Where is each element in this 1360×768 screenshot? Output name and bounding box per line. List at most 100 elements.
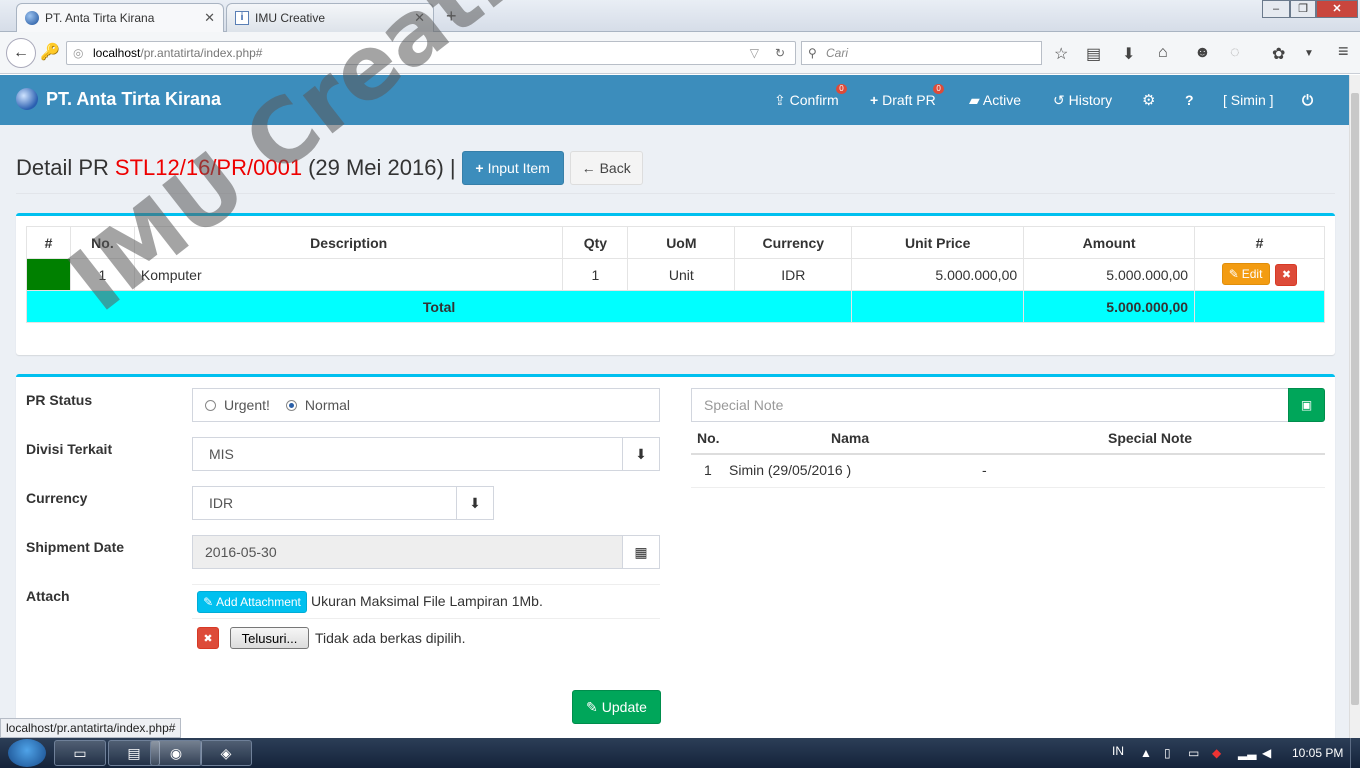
save-icon: ▣ xyxy=(1300,398,1313,412)
windows-start-icon[interactable] xyxy=(8,739,46,767)
page-title-prefix: Detail PR xyxy=(16,155,109,180)
form-box: PR Status Urgent! Normal Divisi Terkait … xyxy=(16,374,1335,744)
url-path: /pr.antatirta/index.php# xyxy=(140,46,263,60)
home-icon[interactable]: ⌂ xyxy=(1158,44,1168,62)
special-note-placeholder: Special Note xyxy=(704,397,784,413)
arrow-down-icon[interactable]: ⬇ xyxy=(622,437,660,471)
user-menu[interactable]: [ Simin ] xyxy=(1223,92,1274,108)
page-scrollbar[interactable] xyxy=(1349,75,1360,738)
address-bar[interactable]: ◎ localhost/pr.antatirta/index.php# ▽ ↻ xyxy=(66,41,796,65)
close-icon: ✖ xyxy=(203,632,213,645)
add-attachment-button[interactable]: ✎ Add Attachment xyxy=(197,591,307,613)
power-icon[interactable]: ⏻ xyxy=(1302,92,1313,109)
chat-icon[interactable]: ☻ xyxy=(1194,44,1211,62)
menu-history[interactable]: ↺ History xyxy=(1053,92,1112,109)
update-button[interactable]: ✎ Update xyxy=(572,690,661,724)
close-tab-icon[interactable]: ✕ xyxy=(204,10,215,26)
close-window-icon[interactable]: ✕ xyxy=(1316,0,1358,18)
shipment-date-input[interactable]: 2016-05-30 ▦ xyxy=(192,535,660,569)
explorer-folder-icon[interactable]: ▭ xyxy=(54,740,106,766)
help-button[interactable]: ? xyxy=(1185,92,1194,108)
back-button[interactable]: ← Back xyxy=(569,151,643,185)
firefox-icon[interactable]: ◉ xyxy=(150,740,202,766)
url-host: localhost xyxy=(93,46,141,60)
edit-button[interactable]: ✎ Edit xyxy=(1221,263,1270,286)
tray-expand-icon[interactable]: ▲ xyxy=(1140,746,1152,760)
app-icon[interactable]: ◈ xyxy=(200,740,252,766)
col-header: Unit Price xyxy=(851,226,1025,259)
browse-file-button[interactable]: Telusuri... xyxy=(230,627,309,649)
table-row: 1 Komputer 1 Unit IDR 5.000.000,00 5.000… xyxy=(26,258,1325,291)
browser-tab[interactable]: i IMU Creative ✕ xyxy=(226,3,434,32)
delete-item-button[interactable]: ✖ xyxy=(1275,263,1298,286)
browser-tab-active[interactable]: PT. Anta Tirta Kirana ✕ xyxy=(16,3,224,32)
col-header: Amount xyxy=(1023,226,1196,259)
download-icon[interactable]: ⬇ xyxy=(1122,44,1135,64)
back-arrow-icon[interactable]: ← xyxy=(6,38,36,68)
col-header: # xyxy=(26,226,71,259)
status-url: localhost/pr.antatirta/index.php# xyxy=(0,718,182,738)
sync-icon[interactable]: ◌ xyxy=(1230,44,1240,62)
tab-title: IMU Creative xyxy=(255,11,326,25)
settings-gear-icon[interactable]: ⚙ xyxy=(1142,91,1155,109)
reading-list-icon[interactable]: ▤ xyxy=(1086,44,1101,64)
update-label: Update xyxy=(601,699,647,715)
item-no: 1 xyxy=(69,258,135,291)
edit-icon: ✎ xyxy=(586,698,598,715)
calendar-icon[interactable]: ▦ xyxy=(622,535,660,569)
menu-confirm[interactable]: ⇪ Confirm 0 xyxy=(774,84,847,109)
volume-icon[interactable]: ◀ xyxy=(1262,746,1271,760)
show-desktop-button[interactable] xyxy=(1350,738,1360,768)
normal-radio[interactable] xyxy=(285,399,297,411)
menu-draft-label: Draft PR xyxy=(882,92,936,108)
app-header: PT. Anta Tirta Kirana ⇪ Confirm 0 + Draf… xyxy=(0,75,1349,125)
reload-icon[interactable]: ↻ xyxy=(775,42,785,64)
item-actions: ✎ Edit ✖ xyxy=(1194,258,1325,291)
currency-value: IDR xyxy=(209,495,234,511)
col-header: Description xyxy=(133,226,564,259)
special-note-input[interactable]: Special Note xyxy=(691,388,1289,422)
pr-status-radio-group: Urgent! Normal xyxy=(192,388,660,422)
menu-draft-pr[interactable]: + Draft PR 0 xyxy=(870,84,944,108)
search-input[interactable]: ⚲ Cari xyxy=(801,41,1042,65)
notes-col-nama: Nama xyxy=(831,430,870,446)
brand-title: PT. Anta Tirta Kirana xyxy=(46,88,222,109)
add-attachment-label: Add Attachment xyxy=(216,595,301,609)
identity-key-icon[interactable]: 🔑 xyxy=(40,42,60,62)
arrow-down-icon[interactable]: ⬇ xyxy=(456,486,494,520)
bookmark-star-icon[interactable]: ☆ xyxy=(1054,44,1068,64)
new-tab-icon[interactable]: + xyxy=(446,6,457,27)
dropdown-arrow-icon[interactable]: ▽ xyxy=(750,42,759,64)
maximize-icon[interactable]: ❐ xyxy=(1290,0,1316,18)
currency-select[interactable]: IDR ⬇ xyxy=(192,486,494,520)
input-item-button[interactable]: + Input Item xyxy=(461,151,564,185)
antivirus-icon[interactable]: ◆ xyxy=(1212,746,1221,760)
language-indicator[interactable]: IN xyxy=(1112,744,1124,758)
minimize-icon[interactable]: – xyxy=(1262,0,1290,18)
pr-date: (29 Mei 2016) | xyxy=(308,155,456,180)
attach-label: Attach xyxy=(26,588,70,604)
menu-hamburger-icon[interactable]: ≡ xyxy=(1338,41,1349,62)
taskbar: ▭ ▤ ◉ ◈ IN ▲ ▯ ▭ ◆ ▂▃ ◀ 10:05 PM xyxy=(0,738,1360,768)
scrollbar-thumb[interactable] xyxy=(1351,93,1359,705)
page-title: Detail PR STL12/16/PR/0001 (29 Mei 2016)… xyxy=(16,151,643,185)
edit-icon: ✎ xyxy=(1228,267,1239,282)
network-signal-icon[interactable]: ▂▃ xyxy=(1238,746,1256,760)
monitor-icon[interactable]: ▭ xyxy=(1188,746,1199,760)
tab-title: PT. Anta Tirta Kirana xyxy=(45,11,155,25)
tray-app-icon[interactable]: ▯ xyxy=(1164,746,1171,760)
divider xyxy=(691,487,1325,488)
brand[interactable]: PT. Anta Tirta Kirana xyxy=(16,88,221,110)
attachment-note: Ukuran Maksimal File Lampiran 1Mb. xyxy=(311,593,543,609)
clock[interactable]: 10:05 PM xyxy=(1292,746,1343,760)
divisi-select[interactable]: MIS ⬇ xyxy=(192,437,660,471)
save-note-button[interactable]: ▣ xyxy=(1288,388,1325,422)
addon-icon[interactable]: ✿ xyxy=(1272,44,1285,64)
addon-dropdown-icon[interactable]: ▼ xyxy=(1304,48,1314,59)
close-tab-icon[interactable]: ✕ xyxy=(414,10,425,26)
menu-history-label: History xyxy=(1068,92,1113,108)
menu-active[interactable]: ▰ Active xyxy=(969,92,1021,109)
remove-attachment-button[interactable]: ✖ xyxy=(197,627,219,649)
col-header: Currency xyxy=(734,226,853,259)
urgent-radio[interactable] xyxy=(205,399,216,411)
